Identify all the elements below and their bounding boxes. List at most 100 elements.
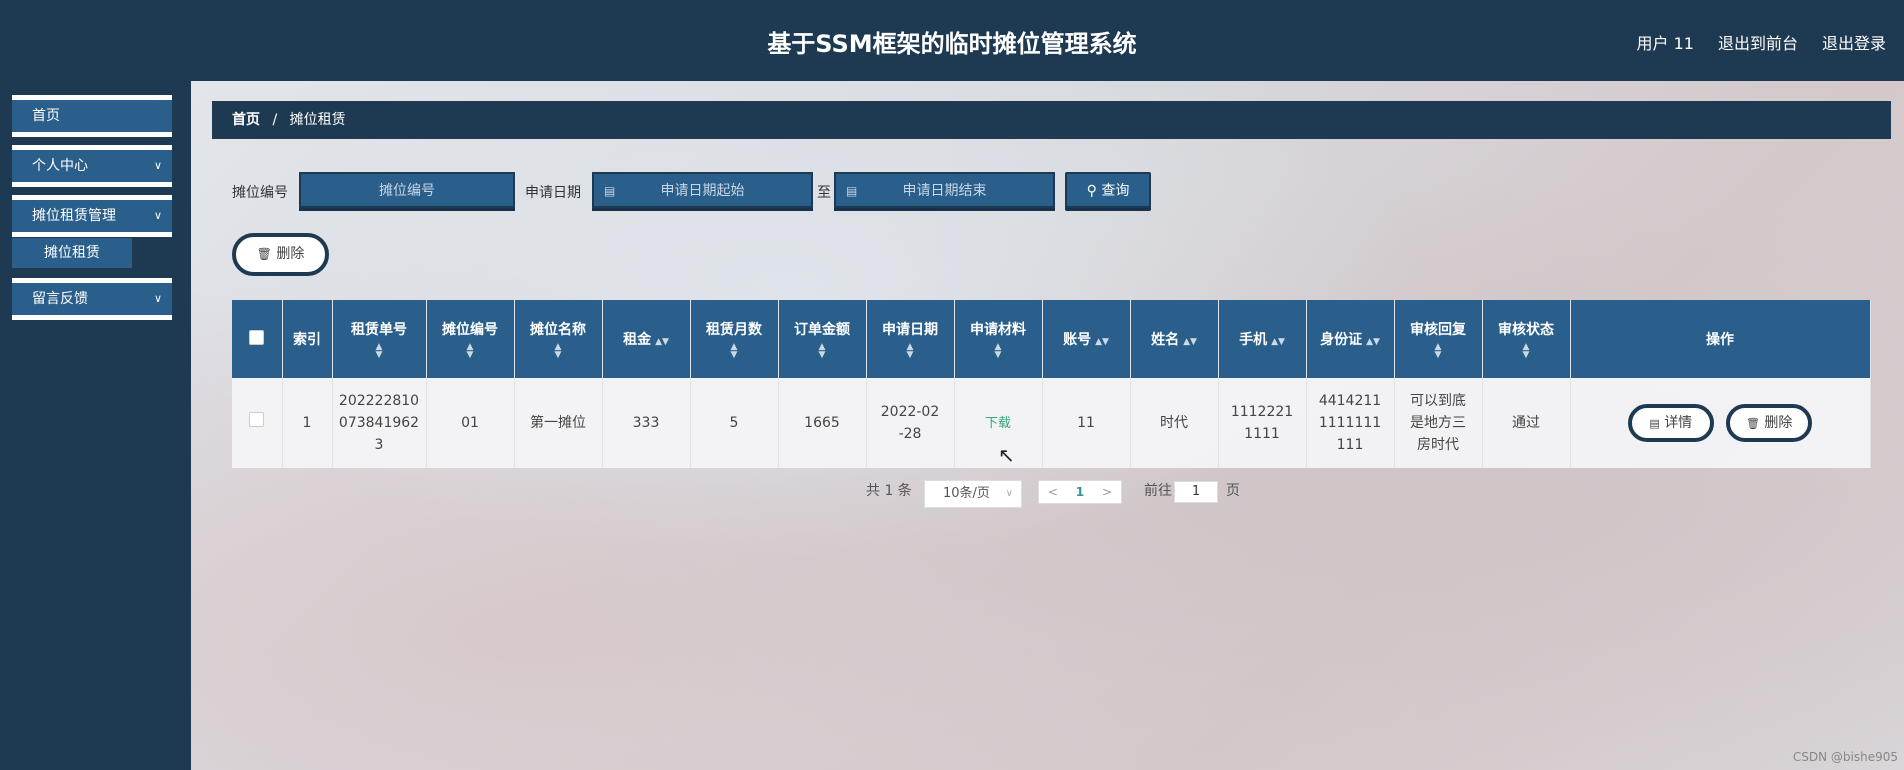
col-header-months[interactable]: 租赁月数 ▲ ▼ (690, 300, 779, 378)
sidebar-item-booth-rental-mgmt[interactable]: 摊位租赁管理 ∨ (12, 195, 172, 237)
breadcrumb-home[interactable]: 首页 (232, 112, 260, 128)
sidebar-item-label: 摊位租赁 (44, 245, 100, 261)
query-button[interactable]: ⚲ 查询 (1065, 172, 1151, 208)
cell-booth-name: 第一摊位 (514, 378, 603, 468)
chevron-down-icon: ∨ (153, 292, 162, 305)
row-select-cell[interactable] (232, 378, 283, 468)
sidebar-item-label: 留言反馈 (32, 291, 88, 307)
sort-icon[interactable]: ▲▼ (779, 343, 866, 360)
sort-icon[interactable]: ▲▼ (1366, 337, 1380, 347)
sidebar-item-feedback[interactable]: 留言反馈 ∨ (12, 278, 172, 320)
col-header-booth-name[interactable]: 摊位名称 ▲ ▼ (514, 300, 603, 378)
col-header-account[interactable]: 账号 ▲▼ (1042, 300, 1131, 378)
cell-name: 时代 (1130, 378, 1219, 468)
document-icon: ▤ (1649, 417, 1660, 430)
sort-icon[interactable]: ▲▼ (691, 343, 778, 360)
col-header-phone[interactable]: 手机 ▲▼ (1218, 300, 1307, 378)
page-nav: < 1 > (1038, 480, 1122, 504)
calendar-icon: ▤ (604, 184, 616, 198)
sidebar-item-label: 个人中心 (32, 158, 88, 174)
user-label[interactable]: 用户 11 (1637, 30, 1694, 54)
select-all-checkbox[interactable] (249, 329, 265, 345)
current-page[interactable]: 1 (1076, 481, 1084, 503)
cell-actions: ▤ 详情 🗑 删除 (1570, 378, 1871, 468)
chevron-down-icon: ∨ (153, 209, 162, 222)
watermark: CSDN @bishe905 (1792, 750, 1898, 764)
date-end-placeholder: 申请日期结束 (902, 183, 987, 199)
date-label: 申请日期 (525, 185, 581, 201)
goto-page-input[interactable]: 1 (1174, 481, 1218, 503)
sort-icon[interactable]: ▲▼ (515, 343, 602, 360)
prev-page-icon[interactable]: < (1048, 481, 1058, 503)
col-header-date[interactable]: 申请日期 ▲ ▼ (866, 300, 955, 378)
sort-icon[interactable]: ▲▼ (867, 343, 954, 360)
col-header-index: 索引 (282, 300, 333, 378)
search-icon: ⚲ (1086, 183, 1097, 199)
date-to-label: 至 (817, 185, 831, 201)
rental-table: 索引 租赁单号 ▲ ▼ 摊位编号 ▲ ▼ 摊位名称 ▲ ▼ 租金 ▲▼ 租赁月数 ▲ ▼ 订单金额… (232, 300, 1871, 468)
batch-delete-button[interactable]: 🗑 删除 (232, 233, 329, 276)
breadcrumb-current: 摊位租赁 (289, 112, 346, 128)
trash-icon: 🗑 (256, 247, 272, 261)
sidebar-item-label: 首页 (32, 108, 60, 124)
sort-icon[interactable]: ▲▼ (1395, 343, 1482, 360)
cell-date: 2022-02-28 (866, 378, 955, 468)
cell-index: 1 (282, 378, 333, 468)
sort-icon[interactable]: ▲▼ (1095, 337, 1109, 347)
sort-icon[interactable]: ▲▼ (1483, 343, 1570, 360)
sidebar-item-personal[interactable]: 个人中心 ∨ (12, 145, 172, 187)
cell-rent: 333 (602, 378, 691, 468)
row-delete-button[interactable]: 🗑 删除 (1726, 404, 1813, 442)
cell-account: 11 (1042, 378, 1131, 468)
col-header-order-no[interactable]: 租赁单号 ▲ ▼ (332, 300, 427, 378)
table-header-row: 索引 租赁单号 ▲ ▼ 摊位编号 ▲ ▼ 摊位名称 ▲ ▼ 租金 ▲▼ 租赁月数 ▲ ▼ 订单金额… (232, 300, 1871, 378)
top-header: 基于SSM框架的临时摊位管理系统 用户 11 退出到前台 退出登录 (0, 0, 1904, 81)
pagination-total: 共 1 条 (866, 483, 912, 499)
col-header-amount[interactable]: 订单金额 ▲ ▼ (778, 300, 867, 378)
sort-icon[interactable]: ▲▼ (955, 343, 1042, 360)
date-start-input[interactable]: ▤ 申请日期起始 (592, 172, 813, 208)
col-header-status[interactable]: 审核状态 ▲ ▼ (1482, 300, 1571, 378)
mouse-cursor-icon: ↖ (998, 443, 1015, 467)
download-link[interactable]: 下载 (985, 416, 1011, 431)
goto-label: 前往 (1144, 483, 1172, 499)
query-button-label: 查询 (1101, 183, 1130, 199)
cell-reply: 可以到底是地方三房时代 (1394, 378, 1483, 468)
chevron-down-icon: ∨ (153, 159, 162, 172)
app-title: 基于SSM框架的临时摊位管理系统 (767, 30, 1137, 58)
sidebar-item-label: 摊位租赁管理 (32, 208, 116, 224)
cell-status: 通过 (1482, 378, 1571, 468)
sort-icon[interactable]: ▲▼ (1271, 337, 1285, 347)
cell-months: 5 (690, 378, 779, 468)
cell-phone: 11122211111 (1218, 378, 1307, 468)
calendar-icon: ▤ (846, 184, 858, 198)
next-page-icon[interactable]: > (1102, 481, 1112, 503)
col-header-booth-no[interactable]: 摊位编号 ▲ ▼ (426, 300, 515, 378)
col-header-id-card[interactable]: 身份证 ▲▼ (1306, 300, 1395, 378)
sort-icon[interactable]: ▲▼ (427, 343, 514, 360)
sort-icon[interactable]: ▲▼ (1183, 337, 1197, 347)
col-header-reply[interactable]: 审核回复 ▲ ▼ (1394, 300, 1483, 378)
sidebar-subitem-booth-rental[interactable]: 摊位租赁 (12, 238, 132, 268)
sort-icon[interactable]: ▲▼ (333, 343, 426, 360)
col-header-material[interactable]: 申请材料 ▲ ▼ (954, 300, 1043, 378)
col-header-rent[interactable]: 租金 ▲▼ (602, 300, 691, 378)
select-all-header[interactable] (232, 300, 283, 378)
header-links: 用户 11 退出到前台 退出登录 (1637, 30, 1886, 54)
table-row: 1 2022228100738419623 01 第一摊位 333 5 1665… (232, 378, 1871, 468)
booth-no-input[interactable]: 摊位编号 (299, 172, 515, 208)
sort-icon[interactable]: ▲▼ (655, 337, 669, 347)
to-front-link[interactable]: 退出到前台 (1718, 30, 1798, 54)
chevron-down-icon: ∨ (1005, 488, 1013, 499)
page-size-select[interactable]: 10条/页 ∨ (924, 480, 1022, 508)
cell-id-card: 44142111111111111 (1306, 378, 1395, 468)
page-suffix: 页 (1226, 483, 1240, 499)
sidebar-item-home[interactable]: 首页 (12, 95, 172, 137)
date-end-input[interactable]: ▤ 申请日期结束 (834, 172, 1055, 208)
booth-no-label: 摊位编号 (232, 185, 288, 201)
detail-button[interactable]: ▤ 详情 (1627, 404, 1714, 442)
cell-booth-no: 01 (426, 378, 515, 468)
row-checkbox[interactable] (249, 412, 265, 427)
logout-link[interactable]: 退出登录 (1822, 30, 1886, 54)
col-header-name[interactable]: 姓名 ▲▼ (1130, 300, 1219, 378)
